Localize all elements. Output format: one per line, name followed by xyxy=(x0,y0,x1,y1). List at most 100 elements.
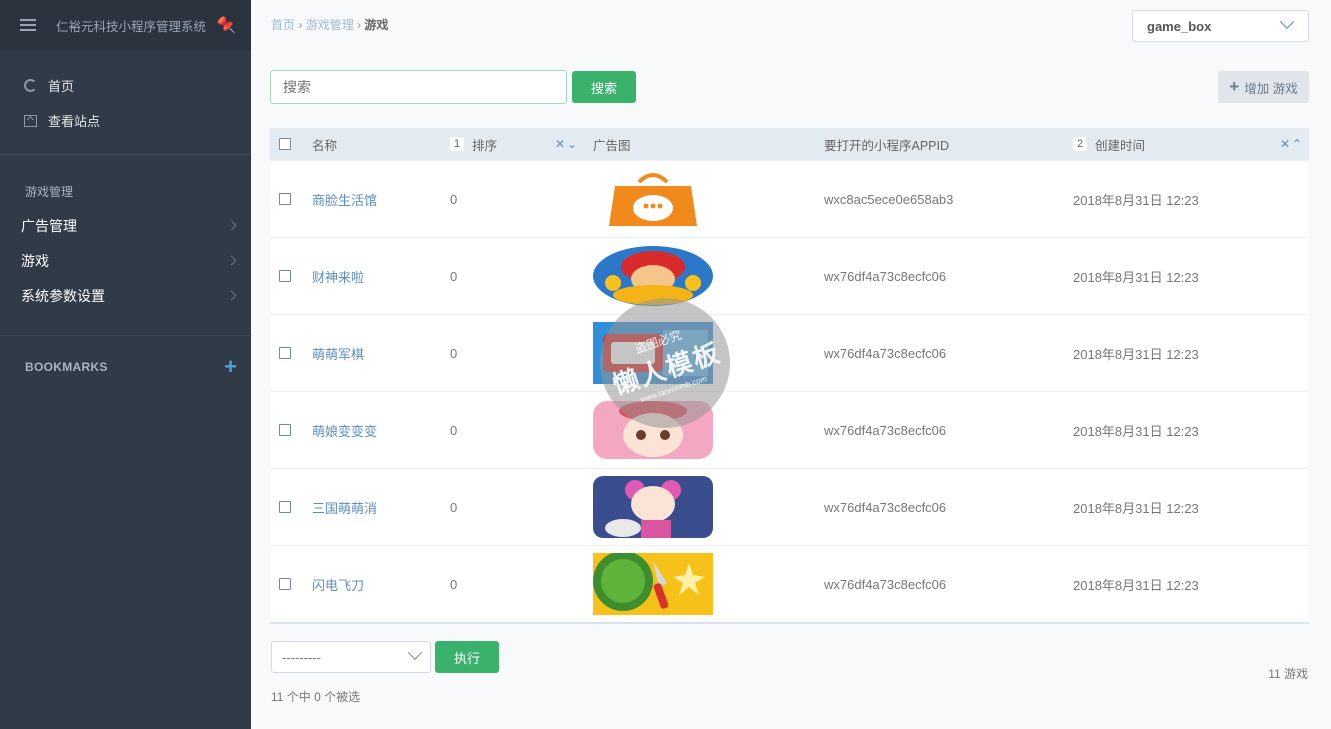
column-header-label: 创建时间 xyxy=(1095,138,1146,153)
sidebar-section-title[interactable]: 游戏管理 xyxy=(0,167,251,208)
row-order: 0 xyxy=(450,576,458,592)
row-appid: wx76df4a73c8ecfc06 xyxy=(824,345,947,361)
selected-count: 11 个中 0 个被选 xyxy=(271,690,361,704)
sidebar-item-settings[interactable]: 系统参数设置 xyxy=(0,278,251,313)
row-checkbox[interactable] xyxy=(279,347,291,359)
column-header-appid[interactable]: 要打开的小程序APPID xyxy=(824,128,949,160)
view-site-icon xyxy=(22,113,38,129)
main-content: 首页 › 游戏管理 › 游戏 game_box 搜索 + 增加 游戏 名称 1 … xyxy=(251,0,1331,729)
app-select-value: game_box xyxy=(1147,18,1212,34)
bookmarks-header: BOOKMARKS + xyxy=(0,336,251,378)
table-row: 萌娘变变变 0 wx76df4a73c8ecfc06 2018年8月31日 12… xyxy=(270,391,1309,468)
row-name-link[interactable]: 商脸生活馆 xyxy=(312,161,377,237)
row-name-link[interactable]: 财神来啦 xyxy=(312,238,364,314)
row-appid: wx76df4a73c8ecfc06 xyxy=(824,576,947,592)
breadcrumb-home[interactable]: 首页 xyxy=(271,18,295,32)
row-order: 0 xyxy=(450,345,458,361)
row-name-link[interactable]: 三国萌萌消 xyxy=(312,469,377,545)
row-checkbox[interactable] xyxy=(279,193,291,205)
action-select-value: --------- xyxy=(282,649,321,665)
bookmarks-label: BOOKMARKS xyxy=(25,360,108,374)
row-appid: wx76df4a73c8ecfc06 xyxy=(824,499,947,515)
row-order: 0 xyxy=(450,191,458,207)
action-select[interactable]: --------- xyxy=(271,641,431,673)
sort-priority-badge: 2 xyxy=(1073,137,1087,151)
row-name-link[interactable]: 萌娘变变变 xyxy=(312,392,377,468)
row-name-link[interactable]: 闪电飞刀 xyxy=(312,546,364,622)
sidebar-link-label: 首页 xyxy=(48,79,75,94)
sidebar-item-label: 广告管理 xyxy=(21,217,77,234)
row-checkbox[interactable] xyxy=(279,270,291,282)
breadcrumb-separator: › xyxy=(298,18,303,32)
column-header-ad-image: 广告图 xyxy=(593,138,631,153)
table-row: 闪电飞刀 0 wx76df4a73c8ecfc06 2018年8月31日 12:… xyxy=(270,545,1309,622)
sidebar-link-label: 查看站点 xyxy=(48,114,101,129)
row-created: 2018年8月31日 12:23 xyxy=(1073,577,1199,593)
menu-toggle-icon[interactable] xyxy=(20,19,36,31)
app-select[interactable]: game_box xyxy=(1132,10,1309,42)
add-bookmark-icon[interactable]: + xyxy=(224,356,237,378)
chevron-down-icon xyxy=(1279,14,1295,29)
chevron-right-icon xyxy=(226,255,237,266)
row-created: 2018年8月31日 12:23 xyxy=(1073,423,1199,439)
table-row: 萌萌军棋 0 wx76df4a73c8ecfc06 2018年8月31日 12:… xyxy=(270,314,1309,391)
breadcrumb-separator: › xyxy=(357,18,362,32)
column-header-label: 排序 xyxy=(472,138,498,153)
sidebar: 仁裕元科技小程序管理系统 📌 首页 查看站点 游戏管理 广告管理 游戏 系统参数… xyxy=(0,0,251,729)
row-created: 2018年8月31日 12:23 xyxy=(1073,269,1199,285)
table-row: 商脸生活馆 0 wxc8ac5ece0e658ab3 2018年8月31日 12… xyxy=(270,160,1309,237)
chevron-right-icon xyxy=(226,290,237,301)
sidebar-link-home[interactable]: 首页 xyxy=(0,68,251,103)
select-all-checkbox[interactable] xyxy=(279,138,291,150)
row-checkbox[interactable] xyxy=(279,501,291,513)
sidebar-item-ads[interactable]: 广告管理 xyxy=(0,208,251,243)
row-created: 2018年8月31日 12:23 xyxy=(1073,346,1199,362)
results-table: 名称 1 排序 ✕⌄ 广告图 要打开的小程序APPID 2 创建时间 ✕⌃ 商脸… xyxy=(270,128,1309,624)
plus-icon: + xyxy=(1229,77,1240,96)
home-icon xyxy=(22,78,38,94)
sidebar-item-games[interactable]: 游戏 xyxy=(0,243,251,278)
breadcrumb: 首页 › 游戏管理 › 游戏 xyxy=(271,16,388,33)
row-checkbox[interactable] xyxy=(279,424,291,436)
row-appid: wx76df4a73c8ecfc06 xyxy=(824,268,947,284)
chevron-down-icon xyxy=(407,645,423,660)
row-name-link[interactable]: 萌萌军棋 xyxy=(312,315,364,391)
run-action-button[interactable]: 执行 xyxy=(435,641,499,673)
sidebar-header: 仁裕元科技小程序管理系统 📌 xyxy=(0,0,251,50)
row-checkbox[interactable] xyxy=(279,578,291,590)
row-created: 2018年8月31日 12:23 xyxy=(1073,500,1199,516)
row-order: 0 xyxy=(450,422,458,438)
three-kingdoms-image xyxy=(593,469,713,545)
column-header-order[interactable]: 1 排序 xyxy=(450,128,497,160)
row-order: 0 xyxy=(450,268,458,284)
row-appid: wxc8ac5ece0e658ab3 xyxy=(824,191,954,207)
sidebar-links: 首页 查看站点 xyxy=(0,50,251,155)
sort-remove-toggle-icon[interactable]: ✕⌄ xyxy=(555,137,579,151)
table-row: 财神来啦 0 wx76df4a73c8ecfc06 2018年8月31日 12:… xyxy=(270,237,1309,314)
row-order: 0 xyxy=(450,499,458,515)
breadcrumb-current: 游戏 xyxy=(364,18,389,32)
add-game-label: 增加 游戏 xyxy=(1244,81,1298,96)
watermelon-knife-image xyxy=(593,546,713,622)
search-input[interactable] xyxy=(270,70,567,104)
sort-priority-badge: 1 xyxy=(450,137,464,151)
sidebar-app-section: 游戏管理 广告管理 游戏 系统参数设置 xyxy=(0,155,251,336)
column-header-name[interactable]: 名称 xyxy=(312,128,337,160)
sidebar-link-view-site[interactable]: 查看站点 xyxy=(0,103,251,138)
total-count: 11 游戏 xyxy=(1268,667,1308,681)
search-button[interactable]: 搜索 xyxy=(572,71,636,103)
breadcrumb-app[interactable]: 游戏管理 xyxy=(306,18,354,32)
column-header-created[interactable]: 2 创建时间 xyxy=(1073,128,1145,160)
sort-remove-toggle-icon[interactable]: ✕⌃ xyxy=(1280,137,1304,151)
sidebar-item-label: 游戏 xyxy=(21,252,49,269)
row-appid: wx76df4a73c8ecfc06 xyxy=(824,422,947,438)
shopping-bag-image xyxy=(593,161,713,237)
pin-icon[interactable]: 📌 xyxy=(217,15,237,35)
table-header: 名称 1 排序 ✕⌄ 广告图 要打开的小程序APPID 2 创建时间 ✕⌃ xyxy=(270,128,1309,160)
add-game-button[interactable]: + 增加 游戏 xyxy=(1218,71,1309,103)
sidebar-item-label: 系统参数设置 xyxy=(21,287,105,304)
site-title[interactable]: 仁裕元科技小程序管理系统 xyxy=(56,16,217,35)
chevron-right-icon xyxy=(226,220,237,231)
table-row: 三国萌萌消 0 wx76df4a73c8ecfc06 2018年8月31日 12… xyxy=(270,468,1309,545)
row-created: 2018年8月31日 12:23 xyxy=(1073,192,1199,208)
